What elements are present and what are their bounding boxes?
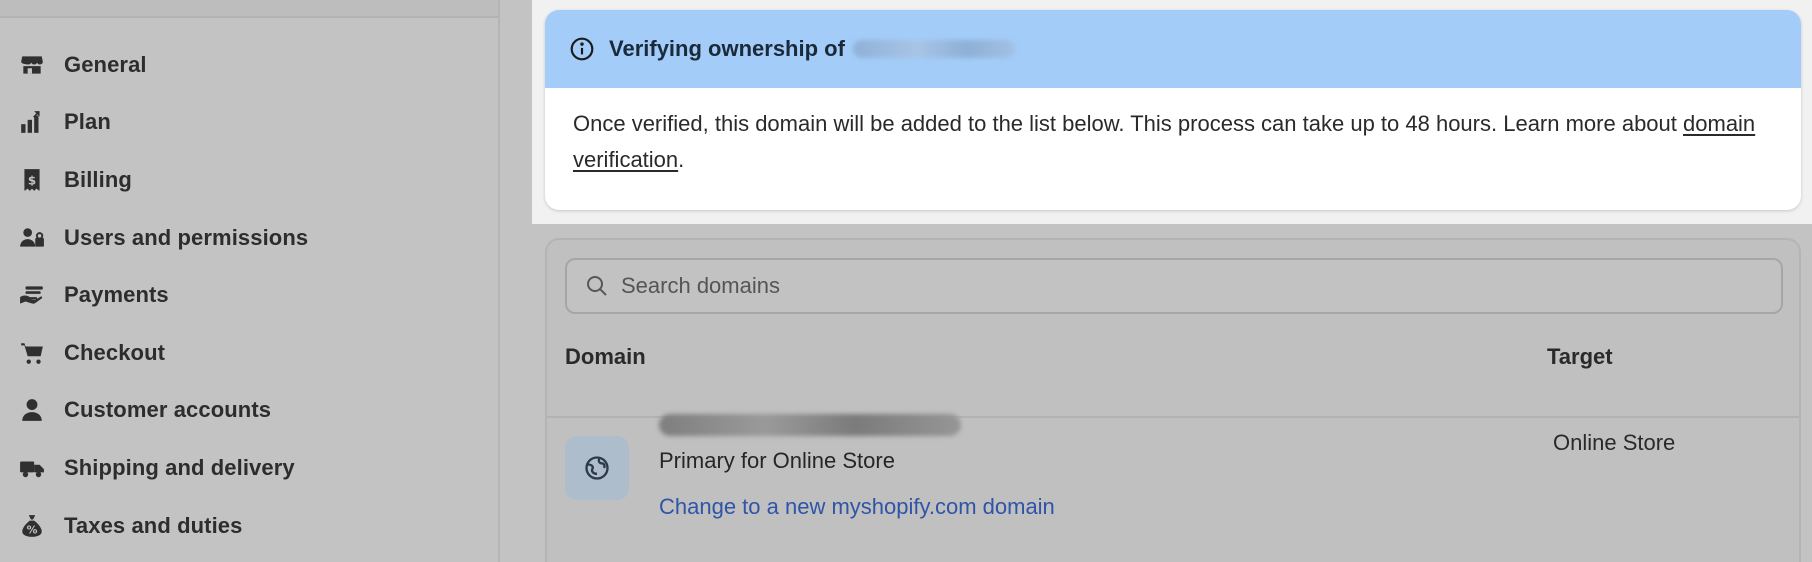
sidebar-item-label: Customer accounts <box>64 397 272 423</box>
redacted-primary-domain[interactable] <box>659 414 961 436</box>
search-bar[interactable] <box>565 258 1783 314</box>
settings-sidebar: General Plan $ Billing Users and permiss… <box>0 0 500 562</box>
sidebar-item-shipping[interactable]: Shipping and delivery <box>0 439 498 497</box>
sidebar-item-customer-accounts[interactable]: Customer accounts <box>0 382 498 440</box>
sidebar-item-label: Shipping and delivery <box>64 454 295 480</box>
sidebar-item-label: Checkout <box>64 339 166 365</box>
sidebar-item-general[interactable]: General <box>0 36 498 94</box>
cart-icon <box>18 339 46 367</box>
column-header-domain[interactable]: Domain <box>565 344 646 370</box>
column-header-target[interactable]: Target <box>1547 344 1613 370</box>
banner-body-text: Once verified, this domain will be added… <box>573 111 1684 136</box>
redacted-domain <box>852 40 1015 58</box>
change-myshopify-domain-link[interactable]: Change to a new myshopify.com domain <box>659 494 1055 520</box>
sidebar-item-label: Payments <box>64 282 169 308</box>
sidebar-top-bar <box>0 0 498 18</box>
receipt-icon: $ <box>18 166 46 194</box>
sidebar-item-label: Billing <box>64 166 132 192</box>
plan-chart-icon <box>18 108 46 136</box>
sidebar-item-checkout[interactable]: Checkout <box>0 324 498 382</box>
sidebar-item-billing[interactable]: $ Billing <box>0 151 498 209</box>
store-icon <box>18 51 46 79</box>
globe-icon <box>585 456 609 480</box>
sidebar-item-label: Taxes and duties <box>64 512 243 538</box>
search-icon <box>585 274 609 298</box>
sidebar-item-taxes[interactable]: % Taxes and duties <box>0 497 498 555</box>
settings-screen: General Plan $ Billing Users and permiss… <box>0 0 1812 562</box>
verification-banner: Verifying ownership of Once verified, th… <box>545 10 1801 210</box>
users-icon <box>18 224 46 252</box>
svg-text:$: $ <box>28 173 36 187</box>
person-icon <box>18 396 46 424</box>
banner-title: Verifying ownership of <box>609 36 845 61</box>
sidebar-item-label: Users and permissions <box>64 224 309 250</box>
money-bag-icon: % <box>18 512 46 540</box>
sidebar-item-plan[interactable]: Plan <box>0 94 498 152</box>
domains-card: Domain Target Primary for Online Store C… <box>545 238 1801 562</box>
svg-text:%: % <box>27 523 38 536</box>
sidebar-item-users[interactable]: Users and permissions <box>0 209 498 267</box>
sidebar-item-label: Plan <box>64 109 111 135</box>
main-content: Verifying ownership of Once verified, th… <box>500 0 1812 562</box>
verification-banner-area: Verifying ownership of Once verified, th… <box>532 0 1812 224</box>
payments-hand-icon <box>18 281 46 309</box>
truck-icon <box>18 454 46 482</box>
banner-body-end: . <box>678 147 685 172</box>
domain-target: Online Store <box>1553 430 1676 455</box>
sidebar-item-payments[interactable]: Payments <box>0 266 498 324</box>
primary-label: Primary for Online Store <box>659 448 895 473</box>
info-icon <box>569 36 595 62</box>
sidebar-nav: General Plan $ Billing Users and permiss… <box>0 36 498 554</box>
banner-header: Verifying ownership of <box>545 10 1801 88</box>
domain-globe-tile <box>565 436 629 500</box>
search-domains-input[interactable] <box>621 273 1781 299</box>
banner-message: Once verified, this domain will be added… <box>545 88 1801 178</box>
sidebar-item-label: General <box>64 51 147 77</box>
